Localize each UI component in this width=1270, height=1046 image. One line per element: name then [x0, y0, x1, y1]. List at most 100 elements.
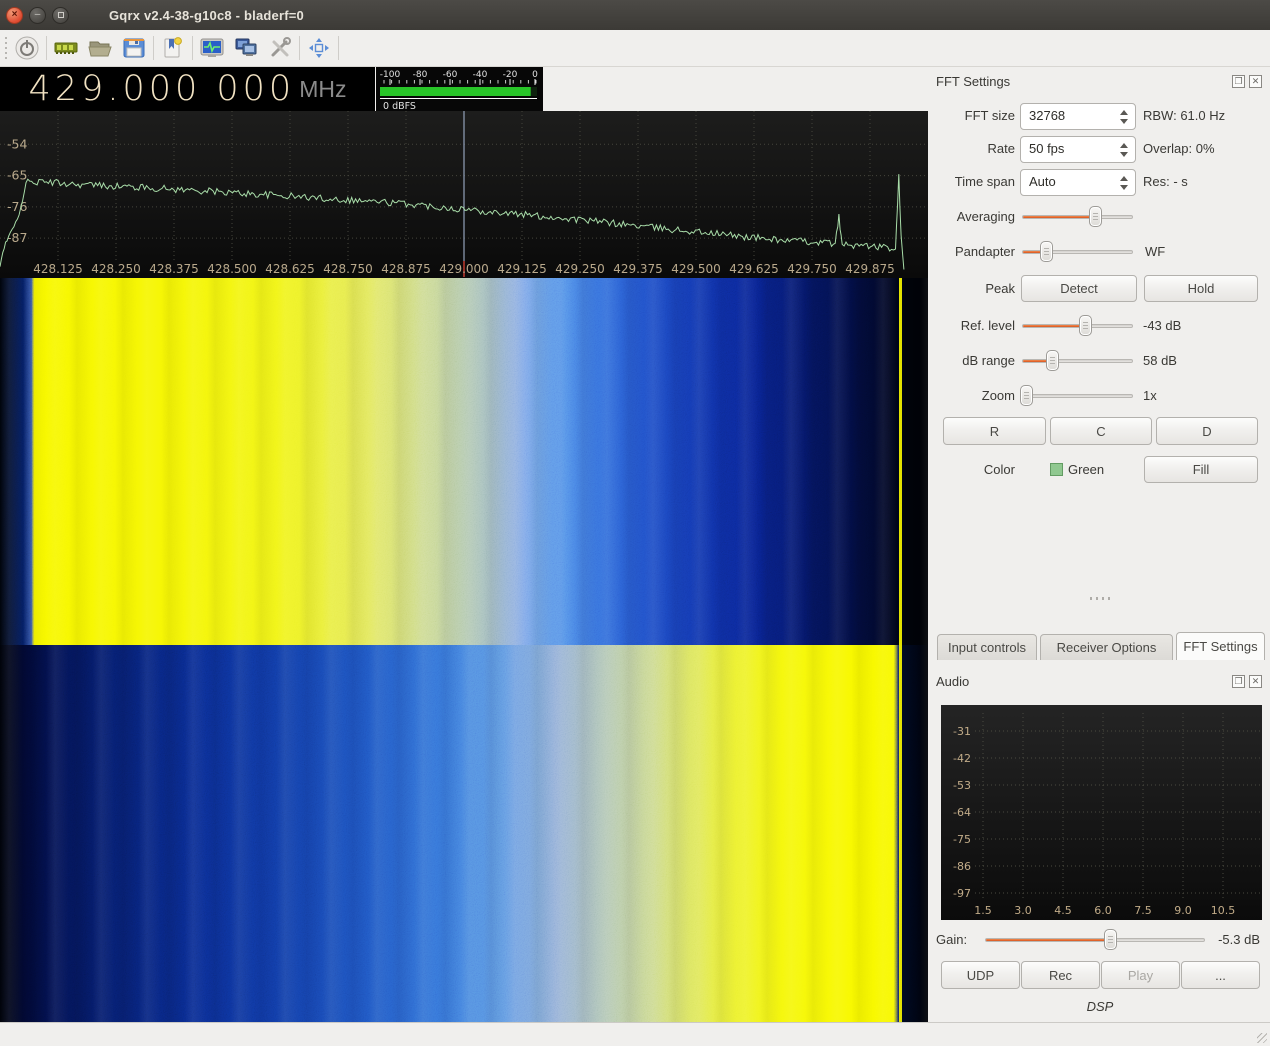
waterfall-display[interactable]	[0, 278, 928, 1022]
svg-text:429.750: 429.750	[787, 262, 837, 276]
gain-value: -5.3 dB	[1210, 932, 1260, 947]
svg-text:428.375: 428.375	[149, 262, 199, 276]
bookmarks-button[interactable]	[156, 33, 190, 63]
float-dock-icon[interactable]: ❐	[1232, 75, 1245, 88]
svg-text:428.625: 428.625	[265, 262, 315, 276]
svg-text:9.0: 9.0	[1174, 904, 1192, 917]
color-name: Green	[1068, 462, 1104, 477]
svg-text:-40: -40	[473, 70, 488, 80]
remote-computers-icon	[233, 35, 259, 61]
configure-io-device-button[interactable]	[49, 33, 83, 63]
audio-title: Audio	[936, 674, 969, 689]
resize-grip[interactable]	[1257, 1033, 1267, 1043]
svg-text:6.0: 6.0	[1094, 904, 1112, 917]
svg-text:428.250: 428.250	[91, 262, 141, 276]
zoom-slider[interactable]	[1022, 385, 1133, 406]
svg-text:0 dBFS: 0 dBFS	[383, 101, 416, 111]
udp-button[interactable]: UDP	[941, 961, 1020, 989]
svg-text:-54: -54	[7, 136, 27, 151]
gqrx-window: × – Gqrx v2.4-38-g10c8 - bladerf=0	[0, 0, 1270, 1046]
save-file-button[interactable]	[117, 33, 151, 63]
demod-button[interactable]: D	[1156, 417, 1258, 445]
peak-hold-button[interactable]: Hold	[1144, 275, 1258, 302]
pandapter-label: Pandapter	[930, 244, 1015, 259]
bookmark-icon	[160, 35, 186, 61]
maximize-window-icon[interactable]	[52, 7, 69, 24]
frequency-value[interactable]: 429.000 000	[29, 69, 296, 109]
svg-text:-80: -80	[413, 70, 428, 80]
save-icon	[121, 35, 147, 61]
audio-fft-display[interactable]: -31-42-53-64-75-86-971.53.04.56.07.59.01…	[941, 705, 1262, 920]
close-audio-dock-icon[interactable]: ✕	[1249, 675, 1262, 688]
svg-text:-97: -97	[953, 887, 971, 900]
timespan-label: Time span	[930, 174, 1015, 189]
open-file-button[interactable]	[83, 33, 117, 63]
scope-display-icon	[199, 35, 225, 61]
settings-tools-button[interactable]	[263, 33, 297, 63]
rate-label: Rate	[930, 141, 1015, 156]
frequency-display[interactable]: 429.000 000 MHz	[0, 67, 375, 111]
fullscreen-button[interactable]	[302, 33, 336, 63]
tab-receiver-options[interactable]: Receiver Options	[1040, 634, 1173, 660]
wf-label: WF	[1145, 244, 1165, 259]
fill-button[interactable]: Fill	[1144, 456, 1258, 483]
dock-splitter-handle[interactable]	[1090, 597, 1110, 600]
timespan-spinbox[interactable]: Auto	[1020, 169, 1136, 196]
db-range-label: dB range	[930, 353, 1015, 368]
audio-gain-slider[interactable]	[985, 929, 1205, 950]
svg-text:-86: -86	[953, 860, 971, 873]
center-button[interactable]: C	[1050, 417, 1152, 445]
tab-fft-settings[interactable]: FFT Settings	[1176, 632, 1265, 660]
memory-device-icon	[53, 35, 79, 61]
svg-text:429.375: 429.375	[613, 262, 663, 276]
more-button[interactable]: ...	[1181, 961, 1260, 989]
gain-label: Gain:	[936, 932, 967, 947]
svg-text:-64: -64	[953, 806, 971, 819]
svg-text:-60: -60	[443, 70, 458, 80]
close-window-icon[interactable]: ×	[6, 7, 23, 24]
ref-level-value: -43 dB	[1143, 318, 1181, 333]
fullscreen-move-icon	[306, 35, 332, 61]
svg-text:-76: -76	[7, 199, 27, 214]
color-swatch[interactable]	[1050, 463, 1063, 476]
svg-text:429.875: 429.875	[845, 262, 895, 276]
svg-text:1.5: 1.5	[974, 904, 992, 917]
spectrum-display-button[interactable]	[195, 33, 229, 63]
reset-button[interactable]: R	[943, 417, 1046, 445]
averaging-label: Averaging	[930, 209, 1015, 224]
play-button[interactable]: Play	[1101, 961, 1180, 989]
svg-text:-53: -53	[953, 779, 971, 792]
svg-text:-100: -100	[380, 70, 401, 80]
toolbar-drag-handle[interactable]	[2, 37, 10, 59]
svg-text:429.000: 429.000	[439, 262, 489, 276]
svg-text:-20: -20	[503, 70, 518, 80]
pandapter-spectrum[interactable]: -54-65-76-87428.125428.250428.375428.500…	[0, 111, 928, 278]
svg-text:428.125: 428.125	[33, 262, 83, 276]
ref-level-label: Ref. level	[930, 318, 1015, 333]
averaging-slider[interactable]	[1022, 206, 1133, 227]
titlebar[interactable]: × – Gqrx v2.4-38-g10c8 - bladerf=0	[0, 0, 1270, 30]
rec-button[interactable]: Rec	[1021, 961, 1100, 989]
svg-text:429.625: 429.625	[729, 262, 779, 276]
svg-text:4.5: 4.5	[1054, 904, 1072, 917]
float-audio-dock-icon[interactable]: ❐	[1232, 675, 1245, 688]
db-range-slider[interactable]	[1022, 350, 1133, 371]
fft-settings-title: FFT Settings	[936, 74, 1010, 89]
power-button[interactable]	[10, 33, 44, 63]
signal-meter: -100-80-60-40-2000 dBFS	[376, 67, 543, 111]
remote-control-button[interactable]	[229, 33, 263, 63]
ref-level-slider[interactable]	[1022, 315, 1133, 336]
minimize-window-icon[interactable]: –	[29, 7, 46, 24]
overlap-value: Overlap: 0%	[1143, 141, 1215, 156]
svg-text:428.750: 428.750	[323, 262, 373, 276]
svg-text:7.5: 7.5	[1134, 904, 1152, 917]
frequency-unit: MHz	[299, 76, 346, 103]
fft-size-spinbox[interactable]: 32768	[1020, 103, 1136, 130]
pandapter-split-slider[interactable]	[1022, 241, 1133, 262]
close-dock-icon[interactable]: ✕	[1249, 75, 1262, 88]
fft-size-label: FFT size	[930, 108, 1015, 123]
peak-detect-button[interactable]: Detect	[1021, 275, 1137, 302]
tab-input-controls[interactable]: Input controls	[937, 634, 1037, 660]
rate-spinbox[interactable]: 50 fps	[1020, 136, 1136, 163]
peak-label: Peak	[930, 281, 1015, 296]
